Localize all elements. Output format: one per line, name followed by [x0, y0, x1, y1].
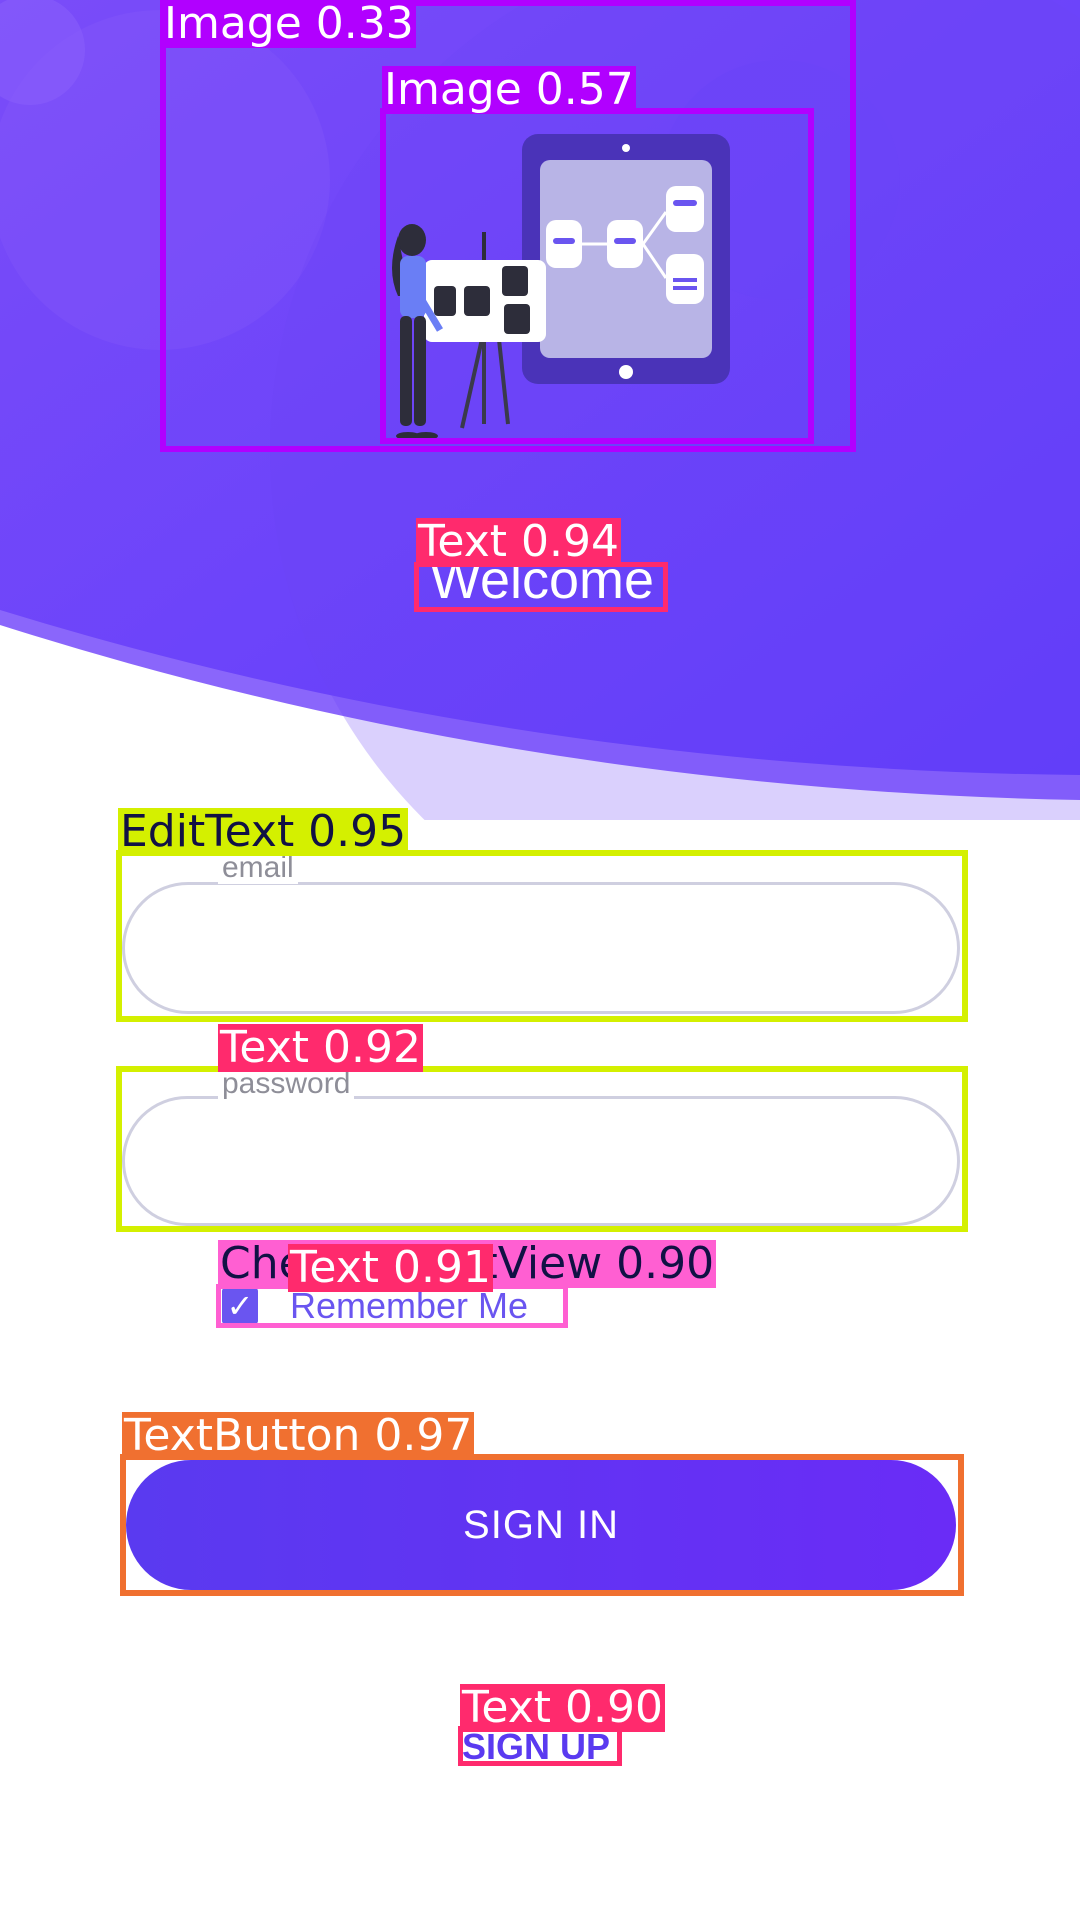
detection-label-image-1: Image 0.33	[162, 0, 416, 49]
detection-box-password	[116, 1066, 968, 1232]
detection-label-image-2: Image 0.57	[382, 64, 636, 115]
detection-box-email	[116, 850, 968, 1022]
detection-label-sign-up: Text 0.90	[460, 1682, 665, 1733]
detection-label-remember-text: Text 0.91	[288, 1242, 493, 1293]
detection-label-welcome: Text 0.94	[416, 516, 621, 567]
detection-box-sign-in	[120, 1454, 964, 1596]
detection-label-sign-in: TextButton 0.97	[122, 1410, 475, 1461]
detection-label-password: Text 0.92	[218, 1022, 423, 1073]
detection-box-welcome	[414, 562, 668, 612]
detection-label-email: EditText 0.95	[118, 806, 409, 857]
detection-box-image-2	[380, 108, 814, 444]
